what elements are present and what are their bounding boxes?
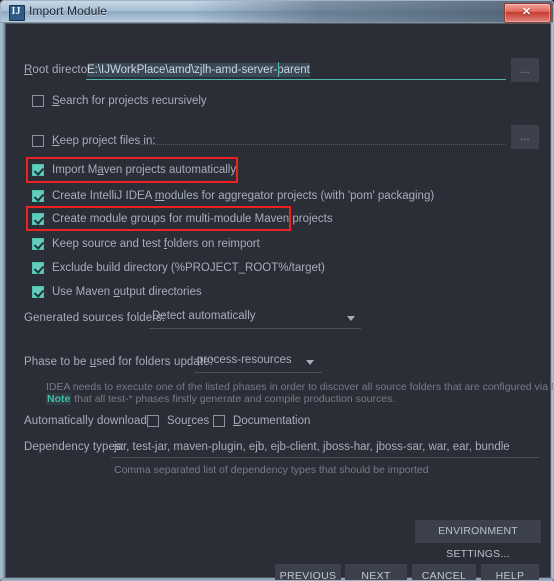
checkbox-label: Use Maven output directories	[52, 286, 202, 298]
checkbox-box	[32, 238, 44, 250]
dependency-types-label: Dependency types:	[24, 441, 125, 453]
checkbox-box	[32, 190, 44, 202]
generated-sources-dropdown[interactable]: Detect automatically	[149, 308, 361, 329]
root-directory-value: E:\IJWorkPlace\amd\zjlh-amd-server-paren…	[87, 63, 310, 77]
previous-button[interactable]: PREVIOUS	[275, 564, 341, 580]
app-icon-glyph: IJ	[11, 6, 21, 17]
dependency-types-hint: Comma separated list of dependency types…	[114, 464, 429, 476]
text-caret	[278, 62, 279, 77]
close-icon: ✕	[521, 6, 532, 18]
generated-sources-value: Detect automatically	[152, 310, 256, 322]
phase-help-line-1: IDEA needs to execute one of the listed …	[46, 381, 553, 393]
window-title: Import Module	[29, 4, 107, 18]
checkbox-label: Import Maven projects automatically	[52, 164, 237, 176]
intellij-idea-icon: IJ	[9, 5, 25, 21]
checkbox-box	[213, 415, 225, 427]
browse-keep-project-files-button[interactable]: ...	[511, 125, 539, 149]
environment-settings-button[interactable]: ENVIRONMENT SETTINGS...	[415, 520, 541, 560]
checkbox-box	[32, 286, 44, 298]
checkbox-label: Sources	[167, 415, 210, 427]
title-bar-gradient	[191, 1, 553, 22]
chevron-down-icon	[347, 316, 355, 321]
browse-root-directory-button[interactable]: ...	[511, 58, 539, 82]
phase-value: process-resources	[197, 354, 292, 366]
checkbox-label: Keep source and test folders on reimport	[52, 238, 260, 250]
phase-help-line-2-rest: that all test-* phases firstly generate …	[71, 393, 396, 405]
checkbox-label: Create IntelliJ IDEA modules for aggrega…	[52, 190, 435, 202]
checkbox-label: Search for projects recursively	[52, 95, 207, 107]
checkbox-box	[32, 164, 44, 176]
checkbox-box	[32, 213, 44, 225]
chevron-down-icon	[306, 360, 314, 365]
keep-project-files-path-field[interactable]	[139, 144, 506, 145]
checkbox-label: Keep project files in:	[52, 135, 156, 147]
auto-download-label: Automatically download:	[24, 415, 151, 427]
close-button[interactable]: ✕	[504, 3, 551, 23]
phase-dropdown[interactable]: process-resources	[194, 352, 322, 373]
dialog-footer: PREVIOUS NEXT CANCEL HELP	[6, 555, 550, 580]
title-bar[interactable]: IJ Import Module ✕	[1, 1, 553, 23]
checkbox-box	[32, 95, 44, 107]
dialog-body: Root directory E:\IJWorkPlace\amd\zjlh-a…	[5, 23, 553, 580]
generated-sources-label: Generated sources folders:	[24, 312, 166, 324]
note-badge: Note	[46, 393, 72, 405]
checkbox-label: Create module groups for multi-module Ma…	[52, 213, 333, 225]
dependency-types-underline	[111, 457, 539, 458]
phase-help-line-2: Note that all test-* phases firstly gene…	[46, 393, 395, 405]
checkbox-box	[32, 262, 44, 274]
import-module-dialog: IJ Import Module ✕ Root directory E:\IJW…	[0, 0, 554, 581]
next-button[interactable]: NEXT	[345, 564, 407, 580]
help-button[interactable]: HELP	[481, 564, 539, 580]
cancel-button[interactable]: CANCEL	[412, 564, 476, 580]
phase-label: Phase to be used for folders update:	[24, 356, 214, 368]
checkbox-label: Documentation	[233, 415, 311, 427]
checkbox-box	[32, 135, 44, 147]
checkbox-box	[147, 415, 159, 427]
checkbox-label: Exclude build directory (%PROJECT_ROOT%/…	[52, 262, 325, 274]
dependency-types-input[interactable]: jar, test-jar, maven-plugin, ejb, ejb-cl…	[114, 441, 510, 453]
dialog-content: Root directory E:\IJWorkPlace\amd\zjlh-a…	[6, 24, 553, 580]
